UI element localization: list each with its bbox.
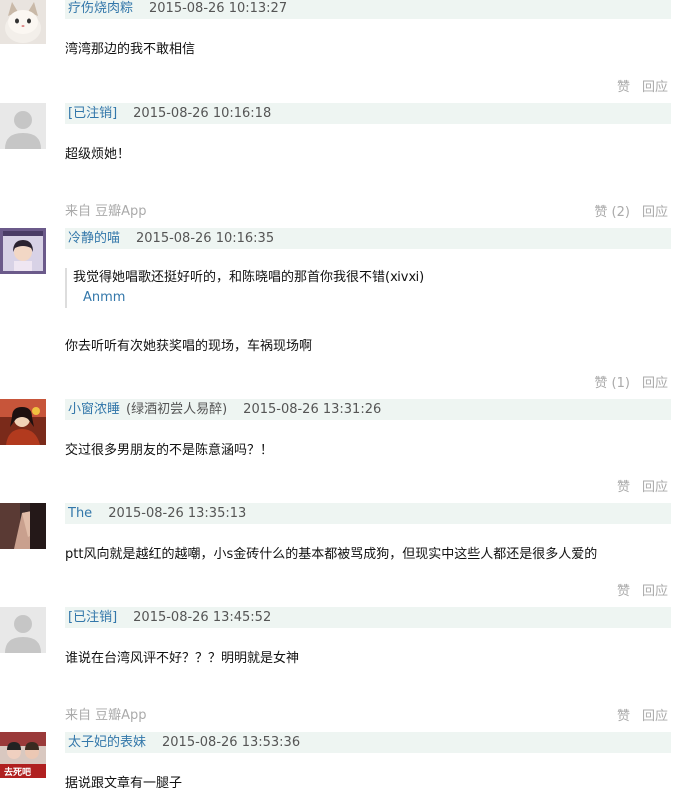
user-signature: (绿酒初尝人易醉) bbox=[126, 402, 228, 417]
avatar[interactable] bbox=[0, 103, 46, 149]
comment-item: [已注销] 2015-08-26 10:16:18 超级烦她！ 来自 豆瓣App … bbox=[0, 103, 678, 223]
comment-timestamp: 2015-08-26 10:16:18 bbox=[133, 106, 272, 121]
like-button[interactable]: 赞 bbox=[617, 709, 630, 724]
comment-timestamp: 2015-08-26 10:13:27 bbox=[149, 1, 288, 16]
comment-text: 据说跟文章有一腿子 bbox=[65, 776, 183, 791]
quoted-comment-author-link[interactable]: Anmm bbox=[83, 288, 573, 308]
avatar-caption: 去死吧 bbox=[4, 766, 31, 778]
reply-button[interactable]: 回应 bbox=[642, 376, 668, 391]
reply-button[interactable]: 回应 bbox=[642, 80, 668, 95]
comment-item: 去死吧 太子妃的表妹 2015-08-26 13:53:36 据说跟文章有一腿子 bbox=[0, 732, 678, 793]
comment-item: The 2015-08-26 13:35:13 ptt风向就是越红的越嘲，小s金砖… bbox=[0, 503, 678, 603]
reply-button[interactable]: 回应 bbox=[642, 584, 668, 599]
comment-timestamp: 2015-08-26 13:31:26 bbox=[243, 402, 382, 417]
comment-timestamp: 2015-08-26 13:45:52 bbox=[133, 610, 272, 625]
comment-source: 来自 豆瓣App bbox=[65, 708, 147, 723]
comment-author-link[interactable]: 冷静的喵 bbox=[68, 231, 120, 246]
avatar[interactable] bbox=[0, 399, 46, 445]
comment-actions: 赞回应 bbox=[605, 76, 668, 95]
avatar[interactable] bbox=[0, 607, 46, 653]
like-button[interactable]: 赞 bbox=[617, 480, 630, 495]
comment-actions: 赞回应 bbox=[605, 476, 668, 495]
comment-timestamp: 2015-08-26 13:35:13 bbox=[108, 506, 247, 521]
comment-actions: 赞回应 bbox=[605, 705, 668, 724]
avatar[interactable] bbox=[0, 228, 46, 274]
comment-item: 疗伤烧肉粽 2015-08-26 10:13:27 湾湾那边的我不敢相信 赞回应 bbox=[0, 0, 678, 98]
comment-timestamp: 2015-08-26 13:53:36 bbox=[162, 735, 301, 750]
like-button[interactable]: 赞 bbox=[617, 584, 630, 599]
reply-button[interactable]: 回应 bbox=[642, 205, 668, 220]
comment-text: 超级烦她！ bbox=[65, 147, 131, 162]
comment-meta: [已注销] 2015-08-26 10:16:18 bbox=[65, 103, 671, 124]
comment-meta: 疗伤烧肉粽 2015-08-26 10:13:27 bbox=[65, 0, 671, 19]
avatar[interactable]: 去死吧 bbox=[0, 732, 46, 778]
comment-author-link[interactable]: 疗伤烧肉粽 bbox=[68, 1, 133, 16]
comment-text: 谁说在台湾风评不好？？？明明就是女神 bbox=[65, 651, 300, 666]
comment-actions: 赞 (1) 回应 bbox=[582, 372, 668, 391]
comment-author-link[interactable]: The bbox=[68, 506, 92, 521]
comment-author-link[interactable]: [已注销] bbox=[68, 610, 117, 625]
comment-item: [已注销] 2015-08-26 13:45:52 谁说在台湾风评不好？？？明明就… bbox=[0, 607, 678, 727]
comment-author-link[interactable]: [已注销] bbox=[68, 106, 117, 121]
comment-item: 小窗浓睡 (绿酒初尝人易醉) 2015-08-26 13:31:26 交过很多男朋友… bbox=[0, 399, 678, 499]
comment-meta: 冷静的喵 2015-08-26 10:16:35 bbox=[65, 228, 671, 249]
quoted-comment-text: 我觉得她唱歌还挺好听的，和陈晓唱的那首你我很不错(ⅺⅴⅺ) bbox=[73, 270, 425, 285]
reply-button[interactable]: 回应 bbox=[642, 709, 668, 724]
comment-meta: 太子妃的表妹 2015-08-26 13:53:36 bbox=[65, 732, 671, 753]
like-button[interactable]: 赞 (2) bbox=[594, 205, 630, 220]
comment-author-link[interactable]: 小窗浓睡 bbox=[68, 402, 120, 417]
comment-meta: The 2015-08-26 13:35:13 bbox=[65, 503, 671, 524]
comment-text: 你去听听有次她获奖唱的现场，车祸现场啊 bbox=[65, 339, 313, 354]
comment-timestamp: 2015-08-26 10:16:35 bbox=[136, 231, 275, 246]
reply-button[interactable]: 回应 bbox=[642, 480, 668, 495]
comment-meta: [已注销] 2015-08-26 13:45:52 bbox=[65, 607, 671, 628]
comment-actions: 赞 (2) 回应 bbox=[582, 201, 668, 220]
comment-text: 交过很多男朋友的不是陈意涵吗？！ bbox=[65, 443, 274, 458]
avatar[interactable] bbox=[0, 0, 46, 44]
like-button[interactable]: 赞 bbox=[617, 80, 630, 95]
comment-text: 湾湾那边的我不敢相信 bbox=[65, 42, 196, 57]
like-button[interactable]: 赞 (1) bbox=[594, 376, 630, 391]
comment-text: ptt风向就是越红的越嘲，小s金砖什么的基本都被骂成狗，但现实中这些人都还是很多… bbox=[65, 547, 598, 562]
quoted-comment: 我觉得她唱歌还挺好听的，和陈晓唱的那首你我很不错(ⅺⅴⅺ) Anmm bbox=[65, 268, 573, 308]
avatar[interactable] bbox=[0, 503, 46, 549]
comment-item: 冷静的喵 2015-08-26 10:16:35 我觉得她唱歌还挺好听的，和陈晓唱… bbox=[0, 228, 678, 393]
comment-author-link[interactable]: 太子妃的表妹 bbox=[68, 735, 146, 750]
comment-meta: 小窗浓睡 (绿酒初尝人易醉) 2015-08-26 13:31:26 bbox=[65, 399, 671, 420]
comment-actions: 赞回应 bbox=[605, 580, 668, 599]
comment-source: 来自 豆瓣App bbox=[65, 204, 147, 219]
